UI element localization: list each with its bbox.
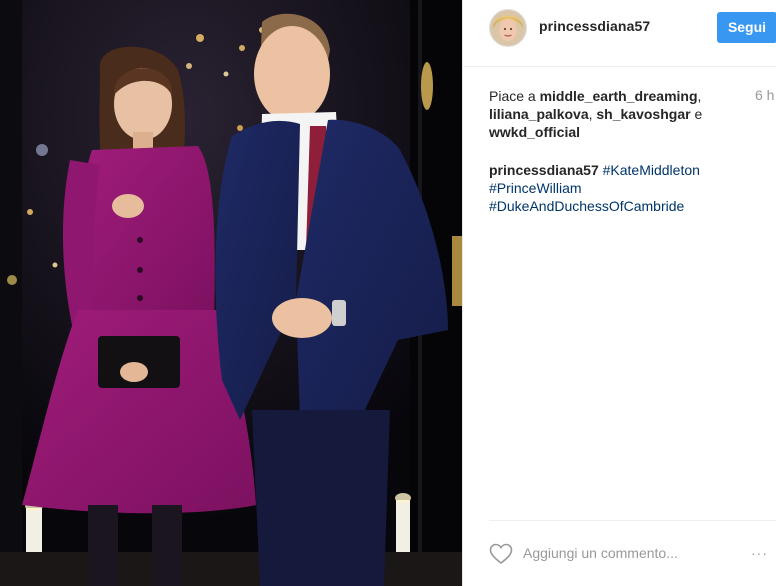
post-caption: princessdiana57 #KateMiddleton #PrinceWi… bbox=[489, 161, 769, 215]
heart-icon bbox=[489, 543, 513, 565]
liked-by-user[interactable]: liliana_palkova bbox=[489, 106, 589, 122]
like-button[interactable] bbox=[489, 543, 513, 565]
post-header: princessdiana57 Segui bbox=[463, 0, 776, 67]
instagram-post-view: princessdiana57 Segui Piace a middle_ear… bbox=[0, 0, 776, 586]
post-timestamp[interactable]: 6 h bbox=[755, 87, 774, 103]
liked-by-user[interactable]: wwkd_official bbox=[489, 124, 580, 140]
liked-by-user[interactable]: middle_earth_dreaming bbox=[540, 88, 698, 104]
more-options-icon[interactable]: ··· bbox=[751, 545, 768, 561]
likes-separator: , bbox=[697, 88, 702, 104]
comment-input[interactable]: Aggiungi un commento... bbox=[523, 545, 678, 561]
likes-conjunction: e bbox=[690, 106, 703, 122]
post-author-username[interactable]: princessdiana57 bbox=[539, 18, 650, 34]
hashtag-link[interactable]: #PrinceWilliam bbox=[489, 180, 582, 196]
post-photo[interactable] bbox=[0, 0, 462, 586]
likes-summary: Piace a middle_earth_dreaming, liliana_p… bbox=[489, 87, 714, 141]
photo-illustration bbox=[0, 0, 462, 586]
avatar-image bbox=[490, 10, 526, 46]
likes-prefix: Piace a bbox=[489, 88, 540, 104]
hashtag-link[interactable]: #DukeAndDuchessOfCambride bbox=[489, 198, 684, 214]
hashtag-link[interactable]: #KateMiddleton bbox=[603, 162, 700, 178]
post-sidebar: princessdiana57 Segui Piace a middle_ear… bbox=[462, 0, 776, 586]
follow-button[interactable]: Segui bbox=[717, 12, 776, 43]
liked-by-user[interactable]: sh_kavoshgar bbox=[596, 106, 690, 122]
caption-username[interactable]: princessdiana57 bbox=[489, 162, 599, 178]
avatar[interactable] bbox=[489, 9, 527, 47]
post-footer: Aggiungi un commento... ··· bbox=[489, 520, 776, 586]
